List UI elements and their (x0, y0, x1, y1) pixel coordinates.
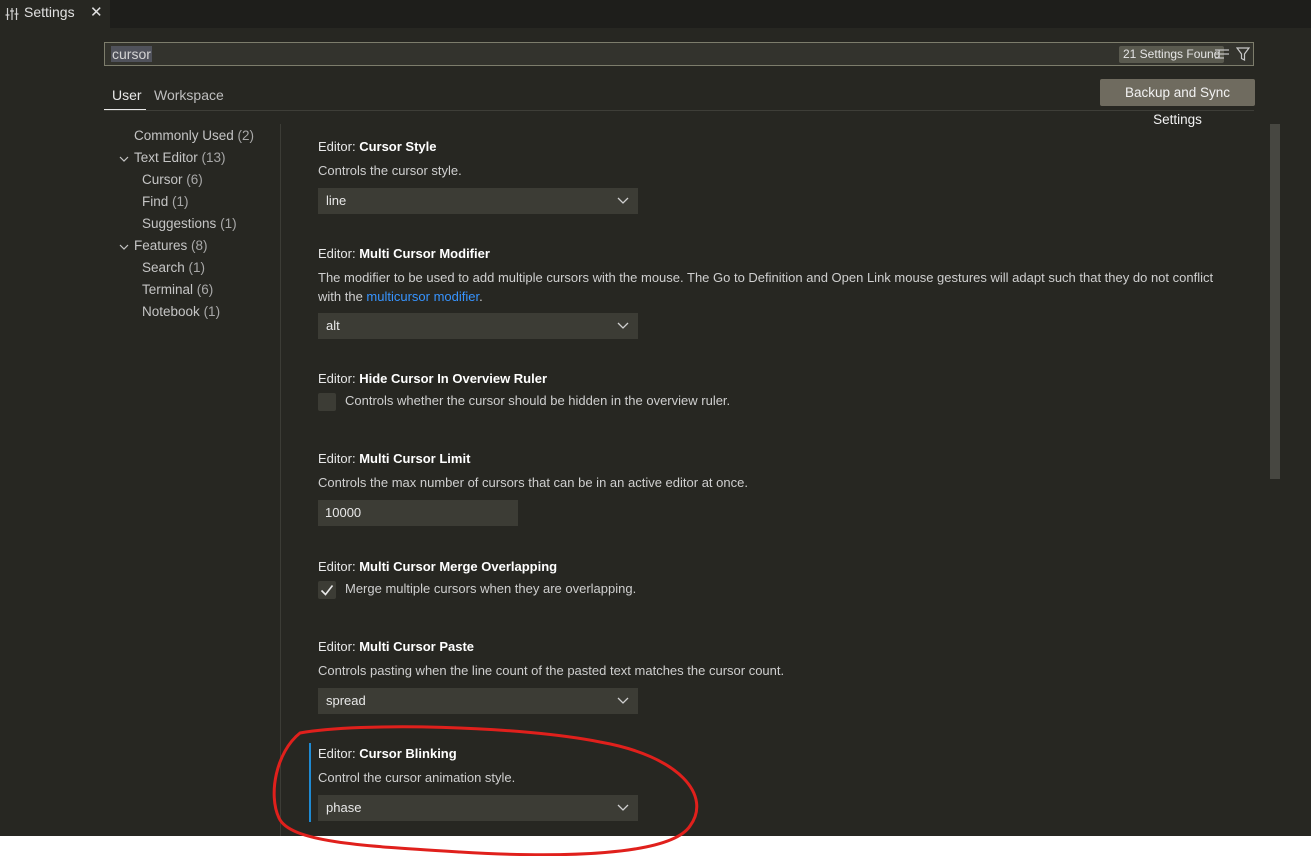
settings-editor: Settings ✕ cursor 21 Settings Found User… (0, 0, 1311, 836)
merge-overlapping-checkbox[interactable] (318, 581, 336, 599)
toc-item-text-editor[interactable]: Text Editor (13) (134, 150, 226, 165)
multi-cursor-limit-input[interactable]: 10000 (318, 500, 518, 526)
toc-item-terminal[interactable]: Terminal (6) (142, 282, 213, 297)
clear-filter-list-icon[interactable] (1215, 48, 1231, 61)
focus-indicator (309, 743, 311, 822)
description-suffix: . (479, 289, 483, 304)
toc-count: (1) (172, 194, 189, 209)
vertical-scrollbar[interactable] (1270, 124, 1280, 479)
setting-title: Editor: Multi Cursor Merge Overlapping (318, 559, 557, 574)
setting-description: The modifier to be used to add multiple … (318, 268, 1238, 306)
setting-category: Editor: (318, 559, 360, 574)
multicursor-modifier-link[interactable]: multicursor modifier (366, 289, 479, 304)
cursor-blinking-dropdown[interactable]: phase (318, 795, 638, 821)
checkmark-icon (320, 585, 334, 596)
setting-category: Editor: (318, 139, 360, 154)
multi-cursor-modifier-dropdown[interactable]: alt (318, 313, 638, 339)
header-divider (104, 110, 1254, 111)
setting-title: Editor: Multi Cursor Modifier (318, 246, 490, 261)
setting-category: Editor: (318, 746, 360, 761)
setting-name: Multi Cursor Merge Overlapping (359, 559, 558, 574)
toc-label: Cursor (142, 172, 183, 187)
setting-name: Cursor Blinking (359, 746, 457, 761)
toc-item-notebook[interactable]: Notebook (1) (142, 304, 220, 319)
setting-description: Control the cursor animation style. (318, 770, 516, 785)
setting-title: Editor: Multi Cursor Limit (318, 451, 470, 466)
toc-label: Commonly Used (134, 128, 234, 143)
filter-icon[interactable] (1236, 47, 1250, 62)
setting-title: Editor: Multi Cursor Paste (318, 639, 474, 654)
toc-label: Terminal (142, 282, 194, 297)
setting-description: Controls the cursor style. (318, 163, 462, 178)
chevron-down-icon (617, 322, 629, 329)
tab-title: Settings (24, 4, 75, 20)
results-count-badge: 21 Settings Found (1119, 46, 1225, 63)
toc-label: Text Editor (134, 150, 198, 165)
toc-label: Search (142, 260, 185, 275)
toc-divider (280, 124, 281, 836)
toc-count: (1) (220, 216, 237, 231)
setting-category: Editor: (318, 639, 360, 654)
checkbox-label: Controls whether the cursor should be hi… (345, 393, 731, 408)
setting-name: Multi Cursor Limit (359, 451, 471, 466)
description-line1: The modifier to be used to add multiple … (318, 270, 1214, 285)
description-line2: with the (318, 289, 367, 304)
toc-count: (8) (191, 238, 208, 253)
cursor-style-dropdown[interactable]: line (318, 188, 638, 214)
chevron-down-icon (617, 697, 629, 704)
toc-count: (1) (188, 260, 206, 275)
toc-item-commonly-used[interactable]: Commonly Used (2) (134, 128, 254, 143)
setting-title: Editor: Cursor Blinking (318, 746, 457, 761)
tab-bar: Settings ✕ (0, 0, 1311, 28)
setting-title: Editor: Cursor Style (318, 139, 437, 154)
setting-category: Editor: (318, 246, 360, 261)
toc-count: (13) (201, 150, 226, 165)
setting-name: Hide Cursor In Overview Ruler (359, 371, 548, 386)
multi-cursor-paste-dropdown[interactable]: spread (318, 688, 638, 714)
tab-settings[interactable]: Settings ✕ (0, 0, 110, 28)
toc-item-suggestions[interactable]: Suggestions (1) (142, 216, 237, 231)
settings-sliders-icon (5, 8, 19, 20)
toc-count: (6) (196, 282, 214, 297)
hide-cursor-checkbox[interactable] (318, 393, 336, 411)
setting-name: Multi Cursor Paste (359, 639, 475, 654)
tab-workspace[interactable]: Workspace (154, 87, 224, 103)
setting-name: Cursor Style (359, 139, 437, 154)
chevron-down-icon[interactable] (119, 154, 129, 164)
toc-count: (6) (186, 172, 203, 187)
chevron-down-icon (617, 197, 629, 204)
setting-name: Multi Cursor Modifier (359, 246, 490, 261)
setting-title: Editor: Hide Cursor In Overview Ruler (318, 371, 547, 386)
backup-sync-button[interactable]: Backup and Sync Settings (1100, 79, 1255, 127)
toc-label: Find (142, 194, 169, 209)
toc-item-find[interactable]: Find (1) (142, 194, 189, 209)
toc-label: Suggestions (142, 216, 217, 231)
toc-item-search[interactable]: Search (1) (142, 260, 205, 275)
dropdown-value: spread (326, 693, 366, 708)
setting-description: Controls the max number of cursors that … (318, 475, 748, 490)
checkbox-label: Merge multiple cursors when they are ove… (345, 581, 637, 596)
dropdown-value: line (326, 193, 347, 208)
dropdown-value: phase (326, 800, 362, 815)
input-value: 10000 (325, 505, 362, 520)
close-icon[interactable]: ✕ (90, 3, 103, 21)
search-query: cursor (111, 46, 152, 62)
chevron-down-icon (617, 804, 629, 811)
setting-category: Editor: (318, 371, 360, 386)
toc-item-features[interactable]: Features (8) (134, 238, 208, 253)
tab-user[interactable]: User (112, 87, 142, 103)
setting-description: Controls pasting when the line count of … (318, 663, 785, 678)
toc-count: (2) (237, 128, 255, 143)
settings-search-input[interactable]: cursor 21 Settings Found (104, 42, 1254, 66)
toc-label: Features (134, 238, 188, 253)
setting-category: Editor: (318, 451, 360, 466)
toc-item-cursor[interactable]: Cursor (6) (142, 172, 203, 187)
toc-label: Notebook (142, 304, 200, 319)
chevron-down-icon[interactable] (119, 242, 129, 252)
toc-count: (1) (203, 304, 221, 319)
dropdown-value: alt (326, 318, 340, 333)
